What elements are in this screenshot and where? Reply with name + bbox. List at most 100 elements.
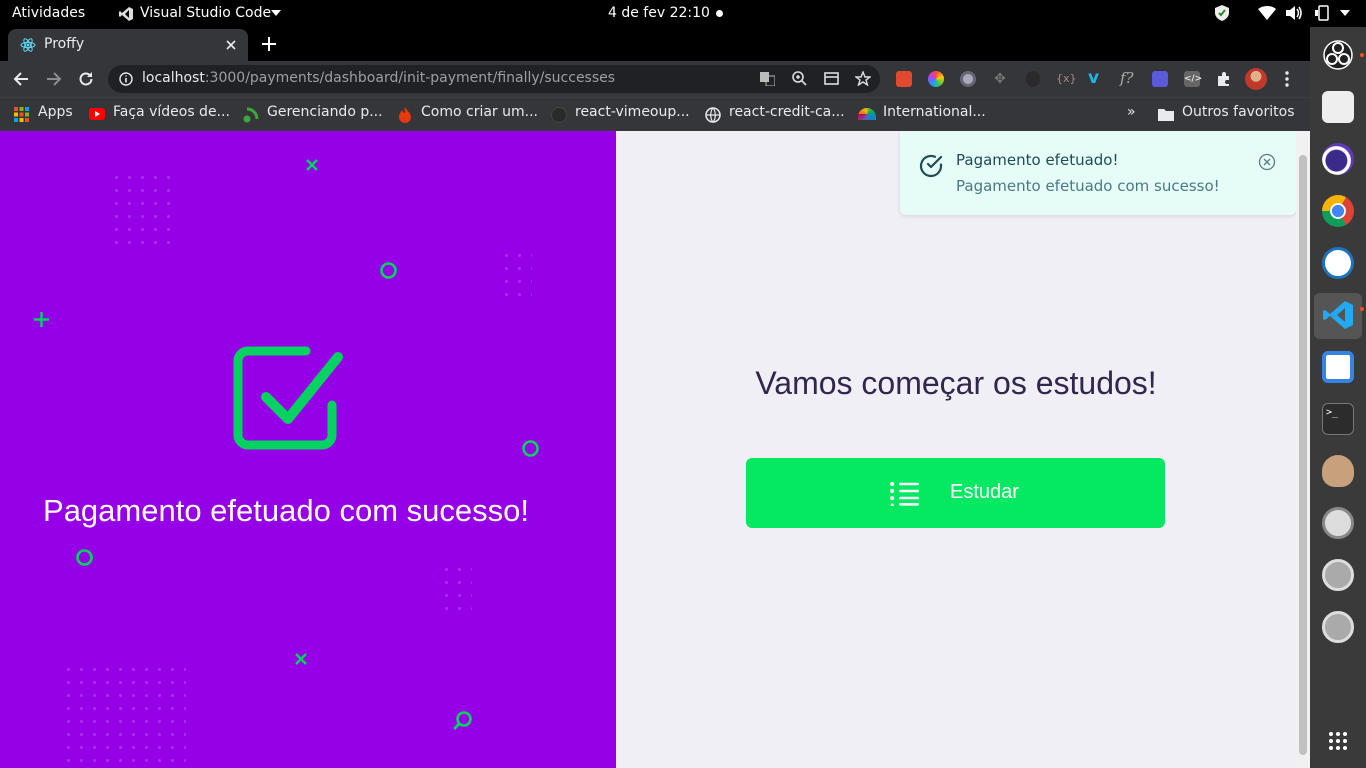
scrollbar-thumb[interactable] <box>1299 155 1307 755</box>
x-mark-decoration-icon <box>295 653 307 665</box>
bookmark-youtube[interactable]: Faça vídeos de... <box>113 104 230 120</box>
bookmarks-bar: Apps Faça vídeos de... Gerenciando p... … <box>0 97 1310 131</box>
start-studying-heading: Vamos começar os estudos! <box>755 365 1157 401</box>
json-extension-icon[interactable]: {x} <box>1056 71 1077 87</box>
move-extension-icon[interactable]: ✥ <box>992 71 1008 87</box>
success-toast: Pagamento efetuado! Pagamento efetuado c… <box>900 131 1296 215</box>
active-app-name[interactable]: Visual Studio Code <box>140 5 271 21</box>
extension-5-icon[interactable] <box>1026 71 1040 87</box>
shield-icon[interactable] <box>1215 5 1229 21</box>
github-icon <box>551 107 567 123</box>
other-favorites-folder[interactable]: Outros favoritos <box>1182 104 1295 120</box>
study-button[interactable]: Estudar <box>746 458 1165 528</box>
zoom-icon[interactable] <box>792 71 807 86</box>
terminal-icon[interactable]: >_ <box>1322 403 1354 435</box>
extension-3-icon[interactable] <box>960 71 976 87</box>
volume-icon[interactable] <box>1286 5 1304 21</box>
magnifier-decoration-icon <box>453 711 472 730</box>
system-top-bar: Atividades Visual Studio Code 4 de fev 2… <box>0 0 1366 27</box>
reader-mode-icon[interactable] <box>824 72 839 85</box>
apps-grid-icon <box>14 107 29 122</box>
tab-title: Proffy <box>44 36 85 52</box>
vscode-dock-icon[interactable] <box>1322 299 1354 331</box>
bookmarks-overflow-button[interactable]: » <box>1127 104 1136 120</box>
wifi-icon[interactable] <box>1258 6 1276 20</box>
page-scrollbar[interactable] <box>1296 131 1310 768</box>
profile-avatar[interactable] <box>1245 68 1267 90</box>
toast-message: Pagamento efetuado com sucesso! <box>956 177 1220 195</box>
close-tab-icon[interactable] <box>226 40 236 50</box>
vscode-icon <box>119 7 133 21</box>
study-button-label: Estudar <box>950 481 1019 503</box>
caret-down-icon <box>271 10 281 16</box>
circle-decoration-icon <box>76 549 93 566</box>
code-extension-icon[interactable]: </> <box>1184 71 1202 87</box>
app-dock: >_ <box>1310 27 1366 768</box>
info-icon[interactable] <box>119 72 133 86</box>
text-editor-icon[interactable] <box>1322 351 1354 383</box>
success-title: Pagamento efetuado com sucesso! <box>43 493 529 528</box>
gimp-wilber-icon[interactable] <box>1322 455 1354 487</box>
extensions-puzzle-icon[interactable] <box>1216 71 1232 87</box>
bookmark-como-criar[interactable]: Como criar um... <box>421 104 538 120</box>
color-picker-extension-icon[interactable] <box>928 71 944 87</box>
obs-studio-icon[interactable] <box>1322 39 1354 71</box>
dot-pattern <box>110 171 180 251</box>
chrome-icon[interactable] <box>1322 195 1354 227</box>
new-tab-icon[interactable] <box>262 37 276 51</box>
toast-title: Pagamento efetuado! <box>956 151 1119 169</box>
fire-icon <box>399 107 411 123</box>
extension-1-icon[interactable] <box>896 71 912 87</box>
success-panel: Pagamento efetuado com sucesso! <box>0 131 616 768</box>
tor-browser-icon[interactable] <box>1322 143 1354 175</box>
dot-pattern <box>500 249 532 297</box>
show-applications-grid-icon[interactable] <box>1328 731 1348 751</box>
bookmark-react-vimeoup[interactable]: react-vimeoup... <box>575 104 690 120</box>
list-icon <box>890 482 919 506</box>
menu-kebab-icon[interactable] <box>1284 71 1290 87</box>
circle-decoration-icon <box>380 262 397 279</box>
web-page: Pagamento efetuado com sucesso! Vamos co… <box>0 131 1310 768</box>
tab-proffy[interactable]: Proffy <box>8 29 248 61</box>
bookmark-react-credit-card[interactable]: react-credit-ca... <box>729 104 845 120</box>
dot-pattern <box>440 563 472 611</box>
address-bar[interactable]: localhost:3000/payments/dashboard/init-p… <box>108 65 880 93</box>
disc-icon[interactable] <box>1322 559 1354 591</box>
tab-strip: Proffy <box>0 27 1310 61</box>
bookmark-gerenciando[interactable]: Gerenciando p... <box>267 104 383 120</box>
clock[interactable]: 4 de fev 22:10 <box>608 5 710 21</box>
wordpress-app-icon[interactable] <box>1322 247 1354 279</box>
translate-icon[interactable] <box>760 72 775 86</box>
bookmark-apps[interactable]: Apps <box>38 104 73 120</box>
site-icon <box>243 107 259 123</box>
nbc-icon <box>858 108 876 120</box>
reload-icon[interactable] <box>78 71 94 87</box>
browser-chrome: Proffy localhost:3000/payments/dashboard… <box>0 27 1310 131</box>
close-toast-icon[interactable] <box>1258 153 1276 171</box>
running-indicator <box>1360 53 1364 57</box>
bookmark-international[interactable]: International... <box>883 104 986 120</box>
dot-pattern <box>62 663 186 763</box>
vimeo-icon[interactable]: v <box>1088 69 1104 87</box>
function-extension-icon[interactable]: f? <box>1120 69 1138 87</box>
gimp-icon[interactable] <box>1322 507 1354 539</box>
extension-9-icon[interactable] <box>1152 71 1168 87</box>
activities-button[interactable]: Atividades <box>12 5 85 21</box>
react-icon <box>20 38 36 52</box>
system-menu-caret-icon[interactable] <box>1340 10 1350 16</box>
url-path: :3000/payments/dashboard/init-payment/fi… <box>204 70 616 86</box>
study-panel: Vamos começar os estudos! Estudar Pagame… <box>616 131 1296 768</box>
running-indicator <box>1360 307 1364 311</box>
notification-dot-icon <box>716 10 723 17</box>
url-host: localhost <box>142 70 205 86</box>
battery-icon[interactable] <box>1314 5 1332 21</box>
check-circle-icon <box>919 154 943 178</box>
back-icon[interactable] <box>13 71 29 87</box>
bookmark-star-icon[interactable] <box>855 71 871 86</box>
x-mark-decoration-icon <box>306 159 318 171</box>
forward-icon[interactable] <box>46 71 62 87</box>
disc-icon[interactable] <box>1322 611 1354 643</box>
youtube-icon <box>89 108 105 120</box>
files-icon[interactable] <box>1322 91 1354 123</box>
plus-decoration-icon <box>34 312 49 327</box>
